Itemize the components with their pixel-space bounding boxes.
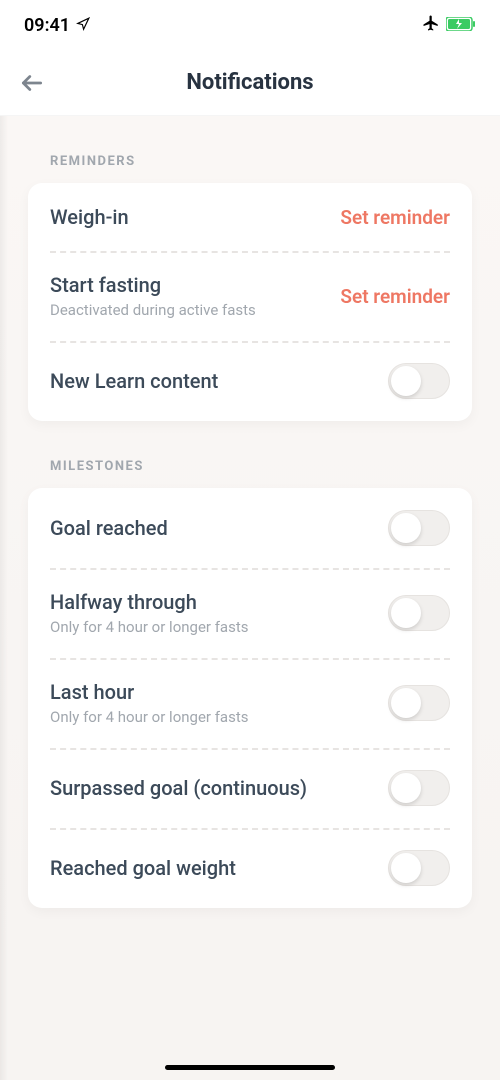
back-button[interactable] bbox=[14, 65, 50, 101]
home-indicator[interactable] bbox=[165, 1065, 335, 1070]
status-bar: 09:41 bbox=[0, 0, 500, 50]
page-title: Notifications bbox=[0, 70, 500, 95]
start-fasting-label: Start fasting bbox=[50, 273, 256, 297]
halfway-sub: Only for 4 hour or longer fasts bbox=[50, 618, 248, 636]
battery-charging-icon bbox=[446, 15, 476, 36]
row-last-hour: Last hour Only for 4 hour or longer fast… bbox=[28, 658, 472, 748]
start-fasting-sub: Deactivated during active fasts bbox=[50, 301, 256, 319]
row-new-learn: New Learn content bbox=[28, 341, 472, 421]
airplane-mode-icon bbox=[422, 14, 440, 37]
card-reminders: Weigh-in Set reminder Start fasting Deac… bbox=[28, 183, 472, 421]
goal-reached-label: Goal reached bbox=[50, 516, 168, 540]
weigh-in-label: Weigh-in bbox=[50, 205, 129, 229]
row-halfway: Halfway through Only for 4 hour or longe… bbox=[28, 568, 472, 658]
halfway-label: Halfway through bbox=[50, 590, 248, 614]
card-milestones: Goal reached Halfway through Only for 4 … bbox=[28, 488, 472, 908]
header: Notifications bbox=[0, 50, 500, 116]
toggle-surpassed[interactable] bbox=[388, 770, 450, 806]
surpassed-label: Surpassed goal (continuous) bbox=[50, 776, 307, 800]
toggle-knob bbox=[391, 366, 421, 396]
row-weigh-in: Weigh-in Set reminder bbox=[28, 183, 472, 251]
toggle-halfway[interactable] bbox=[388, 595, 450, 631]
row-start-fasting: Start fasting Deactivated during active … bbox=[28, 251, 472, 341]
status-left: 09:41 bbox=[24, 15, 90, 36]
row-goal-reached: Goal reached bbox=[28, 488, 472, 568]
toggle-last-hour[interactable] bbox=[388, 685, 450, 721]
location-icon bbox=[76, 15, 90, 36]
last-hour-sub: Only for 4 hour or longer fasts bbox=[50, 708, 248, 726]
toggle-knob bbox=[391, 853, 421, 883]
row-surpassed: Surpassed goal (continuous) bbox=[28, 748, 472, 828]
status-time: 09:41 bbox=[24, 15, 70, 36]
toggle-knob bbox=[391, 688, 421, 718]
status-right bbox=[422, 14, 476, 37]
section-header-milestones: MILESTONES bbox=[0, 421, 500, 488]
row-reached-weight: Reached goal weight bbox=[28, 828, 472, 908]
toggle-knob bbox=[391, 598, 421, 628]
toggle-reached-weight[interactable] bbox=[388, 850, 450, 886]
toggle-knob bbox=[391, 513, 421, 543]
arrow-left-icon bbox=[19, 70, 45, 96]
toggle-new-learn[interactable] bbox=[388, 363, 450, 399]
set-reminder-start-fasting[interactable]: Set reminder bbox=[340, 285, 450, 308]
section-header-reminders: REMINDERS bbox=[0, 116, 500, 183]
new-learn-label: New Learn content bbox=[50, 369, 218, 393]
reached-weight-label: Reached goal weight bbox=[50, 856, 236, 880]
toggle-knob bbox=[391, 773, 421, 803]
content: REMINDERS Weigh-in Set reminder Start fa… bbox=[0, 116, 500, 938]
toggle-goal-reached[interactable] bbox=[388, 510, 450, 546]
last-hour-label: Last hour bbox=[50, 680, 248, 704]
set-reminder-weigh-in[interactable]: Set reminder bbox=[340, 206, 450, 229]
